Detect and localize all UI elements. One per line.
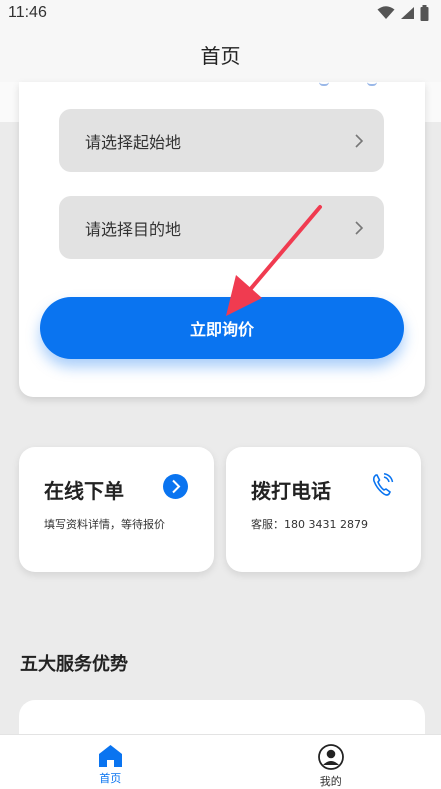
section-title: 五大服务优势 bbox=[20, 654, 128, 675]
status-icons bbox=[377, 5, 429, 21]
destination-select[interactable]: 请选择目的地 bbox=[59, 196, 384, 259]
bottom-tab-bar: 首页 我的 bbox=[0, 734, 441, 789]
origin-select-label: 请选择起始地 bbox=[85, 132, 182, 152]
support-phone-text: 客服：180 3431 2879 bbox=[251, 518, 368, 531]
chevron-right-icon bbox=[354, 220, 364, 236]
tab-home[interactable]: 首页 bbox=[0, 735, 221, 789]
battery-icon bbox=[420, 5, 429, 21]
decorative-mark-left bbox=[319, 82, 329, 86]
wifi-icon bbox=[377, 6, 395, 19]
user-icon bbox=[317, 744, 344, 770]
phone-icon[interactable] bbox=[372, 473, 394, 497]
get-quote-button[interactable]: 立即询价 bbox=[40, 297, 404, 359]
online-order-title: 在线下单 bbox=[44, 479, 124, 503]
chevron-right-icon bbox=[354, 133, 364, 149]
call-support-card[interactable]: 拨打电话 客服：180 3431 2879 bbox=[226, 447, 421, 572]
home-icon bbox=[98, 745, 122, 767]
status-bar: 11:46 bbox=[0, 0, 441, 26]
online-order-subtitle: 填写资料详情，等待报价 bbox=[44, 518, 165, 531]
tab-profile[interactable]: 我的 bbox=[221, 735, 441, 789]
get-quote-button-label: 立即询价 bbox=[189, 320, 254, 339]
app-header: 首页 bbox=[0, 26, 441, 82]
origin-select[interactable]: 请选择起始地 bbox=[59, 109, 384, 172]
call-support-title: 拨打电话 bbox=[251, 479, 331, 503]
status-time: 11:46 bbox=[8, 4, 47, 21]
destination-select-label: 请选择目的地 bbox=[85, 219, 182, 239]
page-title: 首页 bbox=[200, 43, 241, 68]
decorative-mark-right bbox=[367, 82, 377, 86]
tab-profile-label: 我的 bbox=[319, 775, 342, 788]
arrow-circle-right-icon[interactable] bbox=[163, 474, 188, 499]
quote-form-card: 请选择起始地 请选择目的地 立即询价 bbox=[19, 82, 425, 397]
signal-icon bbox=[401, 7, 414, 19]
online-order-card[interactable]: 在线下单 填写资料详情，等待报价 bbox=[19, 447, 214, 572]
tab-home-label: 首页 bbox=[99, 772, 122, 785]
